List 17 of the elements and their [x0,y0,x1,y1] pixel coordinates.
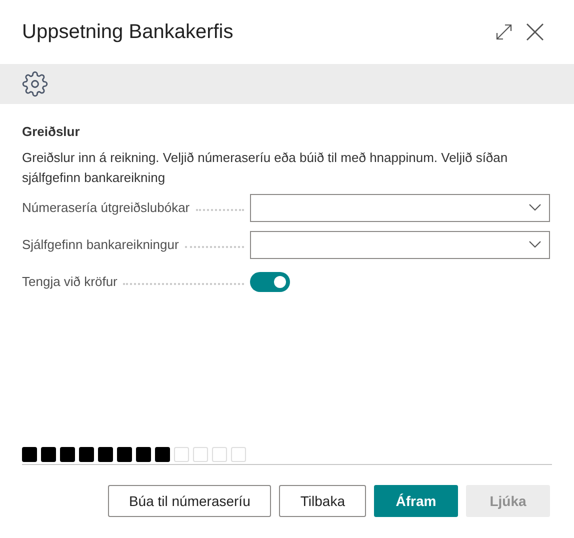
wizard-button[interactable]: Tilbaka [279,485,366,517]
settings-icon[interactable] [22,71,48,97]
wizard-button[interactable]: Búa til númeraseríu [108,485,272,517]
section-description: Greiðslur inn á reikning. Veljið númeraseríu eða búið til með hnappinum. Veljið síðan sjálfgefinn bankareikning [22,148,509,187]
dropdown-field[interactable] [250,230,550,258]
field-label: Tengja við kröfur [22,272,118,291]
expand-icon[interactable] [496,24,512,40]
wizard-button[interactable]: Áfram [374,485,458,517]
close-icon[interactable] [526,23,544,41]
chevron-down-icon [529,241,541,248]
toggle-switch[interactable] [250,272,290,292]
field-label: Númerasería útgreiðslubókar [22,198,190,217]
dropdown-field[interactable] [250,194,550,222]
field-label: Sjálfgefinn bankareikningur [22,236,179,254]
chevron-down-icon [529,204,541,211]
window-title: Uppsetning Bankakerfis [22,20,234,45]
section-title: Greiðslur [22,123,81,141]
